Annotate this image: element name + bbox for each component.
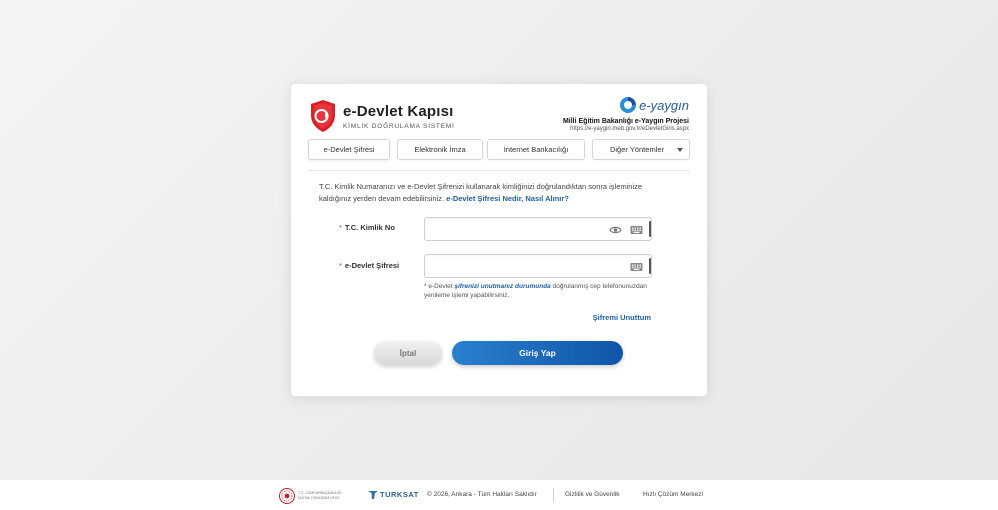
- ministry-name: T.C. CUMHURBAŞKANLIĞI DİJİTAL DÖNÜŞÜM OF…: [298, 491, 342, 500]
- turksat-logo: TURKSAT: [368, 489, 419, 499]
- eye-icon[interactable]: [609, 225, 622, 235]
- intro-text: T.C. Kimlik Numaranızı ve e-Devlet Şifre…: [319, 181, 659, 205]
- tc-label: * T.C. Kimlik No: [339, 223, 395, 232]
- tab-label: e-Devlet Şifresi: [323, 145, 375, 154]
- keyboard-icon[interactable]: [630, 262, 643, 272]
- tc-kimlik-input[interactable]: [424, 217, 652, 241]
- tab-diger-yontemler[interactable]: Diğer Yöntemler: [592, 139, 690, 160]
- input-accent-bar: [649, 258, 651, 274]
- password-label: * e-Devlet Şifresi: [339, 261, 399, 270]
- copyright-text: © 2026, Ankara - Tüm Hakları Saklıdır: [427, 491, 537, 498]
- ministry-emblem-icon: [279, 488, 295, 504]
- ministry-logo: T.C. CUMHURBAŞKANLIĞI DİJİTAL DÖNÜŞÜM OF…: [279, 488, 352, 504]
- chevron-down-icon: [677, 148, 683, 152]
- keyboard-icon[interactable]: [630, 225, 643, 235]
- tc-label-text: T.C. Kimlik No: [344, 223, 395, 232]
- privacy-link[interactable]: Gizlilik ve Güvenlik: [565, 491, 620, 498]
- partner-url: https://e-yaygin.meb.gov.tr/eDevletGiris…: [570, 126, 689, 132]
- password-info-link[interactable]: e-Devlet Şifresi Nedir, Nasıl Alınır?: [446, 194, 569, 203]
- password-label-text: e-Devlet Şifresi: [344, 261, 400, 270]
- password-hint: * e-Devlet şifrenizi unutmanız durumunda…: [424, 282, 654, 300]
- cancel-button[interactable]: İptal: [374, 341, 442, 365]
- brand-title: e-Devlet Kapısı: [343, 102, 454, 120]
- brand: e-Devlet Kapısı KİMLİK DOĞRULAMA SİSTEMİ: [309, 99, 455, 133]
- e-yaygin-logo-icon: [620, 97, 637, 113]
- forgot-password-link[interactable]: Şifremi Unuttum: [593, 313, 651, 322]
- login-button[interactable]: Giriş Yap: [452, 341, 623, 365]
- hint-link[interactable]: şifrenizi unutmanız durumunda: [454, 283, 550, 290]
- footer-separator: [553, 488, 554, 502]
- hint-prefix: * e-Devlet: [424, 283, 453, 290]
- brand-subtitle: KİMLİK DOĞRULAMA SİSTEMİ: [343, 122, 455, 130]
- partner-info: e-yaygın Milli Eğitim Bakanlığı e-Yaygın…: [563, 96, 689, 132]
- tab-internet-bankaciligi[interactable]: İnternet Bankacılığı: [487, 139, 585, 160]
- required-mark: *: [339, 261, 342, 270]
- divider: [308, 170, 690, 171]
- tab-label: İnternet Bankacılığı: [503, 145, 569, 154]
- input-accent-bar: [649, 221, 651, 237]
- footer: T.C. CUMHURBAŞKANLIĞI DİJİTAL DÖNÜŞÜM OF…: [0, 480, 998, 510]
- partner-logo: e-yaygın: [563, 96, 689, 114]
- login-method-tabs: e-Devlet Şifresi Elektronik İmza İnterne…: [308, 139, 690, 161]
- login-card: e-Devlet Kapısı KİMLİK DOĞRULAMA SİSTEMİ…: [291, 84, 707, 396]
- partner-name: e-yaygın: [639, 97, 689, 113]
- support-center-link[interactable]: Hızlı Çözüm Merkezi: [643, 491, 703, 498]
- tab-elektronik-imza[interactable]: Elektronik İmza: [397, 139, 483, 160]
- shield-logo-icon: [311, 100, 335, 132]
- turksat-name: TURKSAT: [380, 489, 419, 499]
- partner-project: Milli Eğitim Bakanlığı e-Yaygın Projesi: [562, 118, 689, 125]
- required-mark: *: [339, 223, 342, 232]
- password-input[interactable]: [424, 254, 652, 278]
- turksat-logo-icon: [368, 491, 378, 499]
- tab-label: Diğer Yöntemler: [609, 145, 665, 154]
- tab-edevlet-sifresi[interactable]: e-Devlet Şifresi: [308, 139, 390, 160]
- tab-label: Elektronik İmza: [414, 145, 466, 154]
